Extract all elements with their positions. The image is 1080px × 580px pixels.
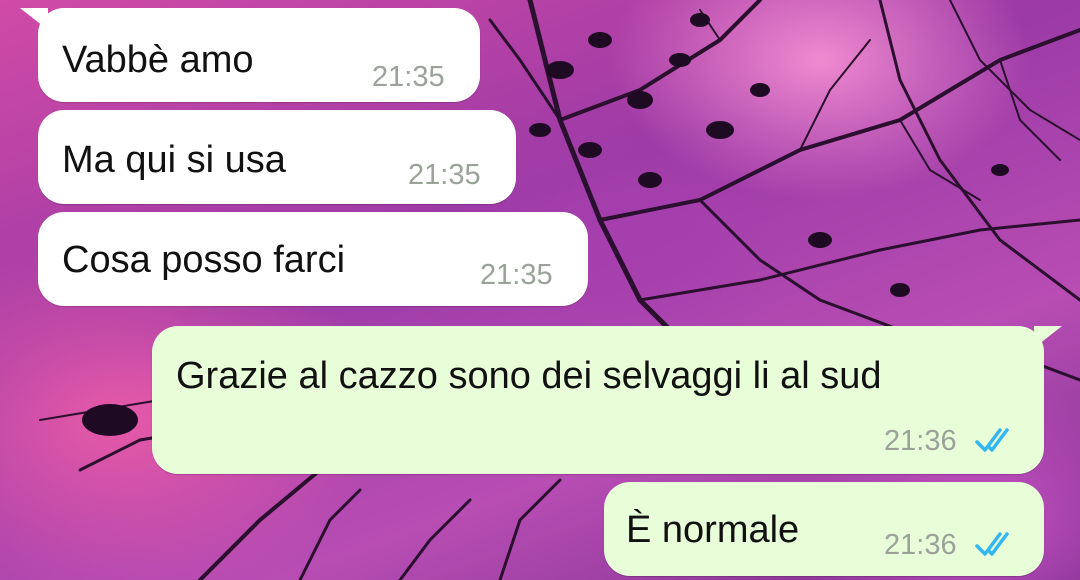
message-timestamp: 21:35 — [372, 61, 445, 93]
message-bubble-incoming[interactable]: Cosa posso farci 21:35 — [38, 212, 588, 306]
message-bubble-incoming[interactable]: Ma qui si usa 21:35 — [38, 110, 516, 204]
double-check-icon — [975, 532, 1009, 556]
incoming-bubble-tail — [20, 8, 48, 30]
message-text: Grazie al cazzo sono dei selvaggi li al … — [176, 355, 882, 397]
double-check-icon — [975, 428, 1009, 452]
message-bubble-outgoing[interactable]: Grazie al cazzo sono dei selvaggi li al … — [152, 326, 1044, 474]
message-text: Cosa posso farci — [62, 239, 346, 281]
message-text: Ma qui si usa — [62, 139, 286, 181]
message-bubble-outgoing[interactable]: È normale 21:36 — [604, 482, 1044, 576]
message-timestamp: 21:36 — [884, 425, 957, 457]
message-bubble-incoming[interactable]: Vabbè amo 21:35 — [38, 8, 480, 102]
message-timestamp: 21:35 — [408, 159, 481, 191]
message-text: È normale — [626, 509, 800, 551]
message-timestamp: 21:35 — [480, 259, 553, 291]
message-timestamp: 21:36 — [884, 529, 957, 561]
message-text: Vabbè amo — [62, 39, 254, 81]
outgoing-bubble-tail — [1034, 326, 1062, 348]
